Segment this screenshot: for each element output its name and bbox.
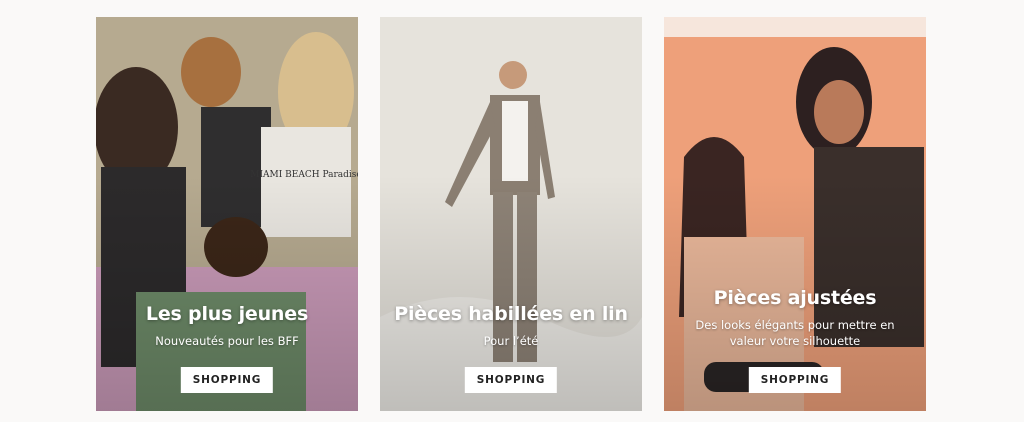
shopping-button[interactable]: SHOPPING (180, 367, 274, 393)
card-subtitle: Des looks élégants pour mettre en valeur… (695, 318, 895, 348)
shopping-button[interactable]: SHOPPING (748, 367, 842, 393)
card-subtitle: Nouveautés pour les BFF (155, 334, 299, 348)
card-text: Pièces habillées en lin Pour l’été (380, 303, 642, 349)
card-title: Pièces ajustées (713, 287, 877, 309)
card-text: Les plus jeunes Nouveautés pour les BFF (96, 303, 358, 349)
card-title: Pièces habillées en lin (394, 303, 628, 325)
card-subtitle: Pour l’été (483, 334, 539, 348)
shopping-button[interactable]: SHOPPING (464, 367, 558, 393)
promo-card-linen[interactable]: Pièces habillées en lin Pour l’été SHOPP… (380, 17, 642, 411)
card-title: Les plus jeunes (145, 303, 309, 325)
card-text: Pièces ajustées Des looks élégants pour … (664, 287, 926, 349)
promo-card-kids[interactable]: MIAMI BEACH Paradise Les plus jeunes Nou… (96, 17, 358, 411)
promo-card-fitted[interactable]: Pièces ajustées Des looks élégants pour … (664, 17, 926, 411)
